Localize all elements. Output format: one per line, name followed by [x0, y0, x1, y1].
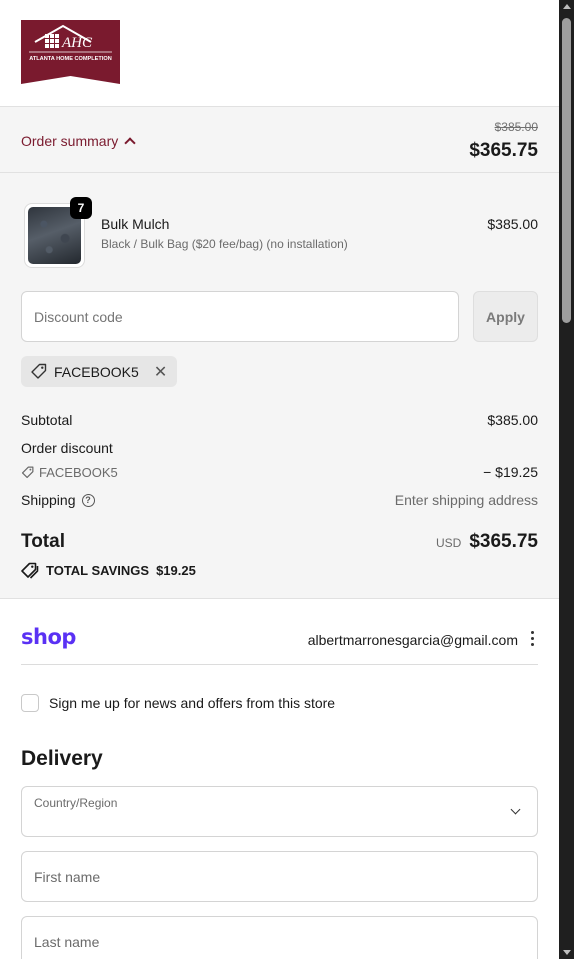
- tag-icon: [21, 466, 34, 479]
- scroll-down-icon[interactable]: [563, 950, 571, 955]
- last-name-placeholder: Last name: [34, 934, 100, 950]
- shipping-row: Shipping ? Enter shipping address: [21, 492, 538, 508]
- first-name-field[interactable]: First name: [21, 851, 538, 902]
- newsletter-checkbox[interactable]: [21, 694, 39, 712]
- scrollbar[interactable]: [559, 0, 574, 959]
- product-variant: Black / Bulk Bag ($20 fee/bag) (no insta…: [101, 237, 348, 251]
- total-row: Total USD $365.75: [21, 531, 538, 553]
- svg-text:ATLANTA HOME COMPLETION: ATLANTA HOME COMPLETION: [29, 56, 112, 62]
- product-price: $385.00: [487, 216, 538, 232]
- account-email: albertmarronesgarcia@gmail.com: [307, 632, 518, 648]
- header: AHC ATLANTA HOME COMPLETION: [0, 0, 559, 107]
- subtotal-label: Subtotal: [21, 412, 73, 428]
- applied-discount-code: FACEBOOK5: [54, 363, 139, 380]
- total-value: $365.75: [469, 531, 538, 552]
- discount-code-row: FACEBOOK5 − $19.25: [21, 464, 538, 480]
- first-name-placeholder: First name: [34, 869, 101, 885]
- last-name-field[interactable]: Last name: [21, 916, 538, 959]
- discount-code-label: FACEBOOK5: [39, 464, 118, 480]
- order-discount-row: Order discount: [21, 440, 538, 456]
- product-name: Bulk Mulch: [101, 216, 170, 232]
- discount-value: − $19.25: [483, 464, 538, 480]
- chevron-up-icon: [124, 137, 136, 149]
- applied-discount-chip: FACEBOOK5 ✕: [21, 356, 178, 387]
- total-savings: TOTAL SAVINGS $19.25: [21, 562, 196, 579]
- shop-pay-account: shop albertmarronesgarcia@gmail.com: [21, 617, 538, 665]
- checkout-page: AHC ATLANTA HOME COMPLETION Order summar…: [0, 0, 559, 959]
- quantity-badge: 7: [70, 197, 92, 219]
- savings-tag-icon: [21, 562, 39, 579]
- order-discount-label: Order discount: [21, 440, 113, 456]
- order-summary-toggle-label: Order summary: [21, 133, 119, 149]
- tag-icon: [30, 363, 47, 380]
- chevron-down-icon: [510, 804, 521, 815]
- store-logo[interactable]: AHC ATLANTA HOME COMPLETION: [21, 20, 120, 84]
- total-savings-label: TOTAL SAVINGS: [46, 563, 150, 578]
- remove-discount-icon[interactable]: ✕: [154, 362, 167, 382]
- scrollbar-thumb[interactable]: [562, 18, 571, 323]
- more-options-icon[interactable]: [531, 631, 535, 646]
- scroll-up-icon[interactable]: [563, 4, 571, 9]
- order-summary-panel: Bulk Mulch Black / Bulk Bag ($20 fee/bag…: [0, 173, 559, 599]
- order-summary-bar: Order summary $385.00 $365.75: [0, 107, 559, 173]
- shipping-label: Shipping: [21, 492, 76, 508]
- discount-code-input[interactable]: [21, 291, 459, 342]
- subtotal-value: $385.00: [487, 412, 538, 428]
- subtotal-row: Subtotal $385.00: [21, 412, 538, 428]
- order-summary-toggle[interactable]: Order summary: [21, 133, 136, 149]
- delivery-heading: Delivery: [21, 747, 103, 770]
- shop-logo: shop: [21, 625, 76, 649]
- country-region-label: Country/Region: [34, 796, 118, 810]
- svg-text:AHC: AHC: [61, 35, 93, 51]
- newsletter-option[interactable]: Sign me up for news and offers from this…: [21, 694, 335, 712]
- current-price: $365.75: [469, 140, 538, 161]
- total-savings-value: $19.25: [156, 563, 196, 578]
- original-price: $385.00: [494, 120, 538, 134]
- newsletter-label: Sign me up for news and offers from this…: [49, 695, 336, 711]
- help-icon[interactable]: ?: [81, 493, 95, 507]
- apply-discount-button[interactable]: Apply: [473, 291, 538, 342]
- currency-code: USD: [435, 536, 462, 550]
- country-region-select[interactable]: Country/Region: [21, 786, 538, 837]
- shipping-value: Enter shipping address: [394, 492, 538, 508]
- total-label: Total: [21, 531, 65, 552]
